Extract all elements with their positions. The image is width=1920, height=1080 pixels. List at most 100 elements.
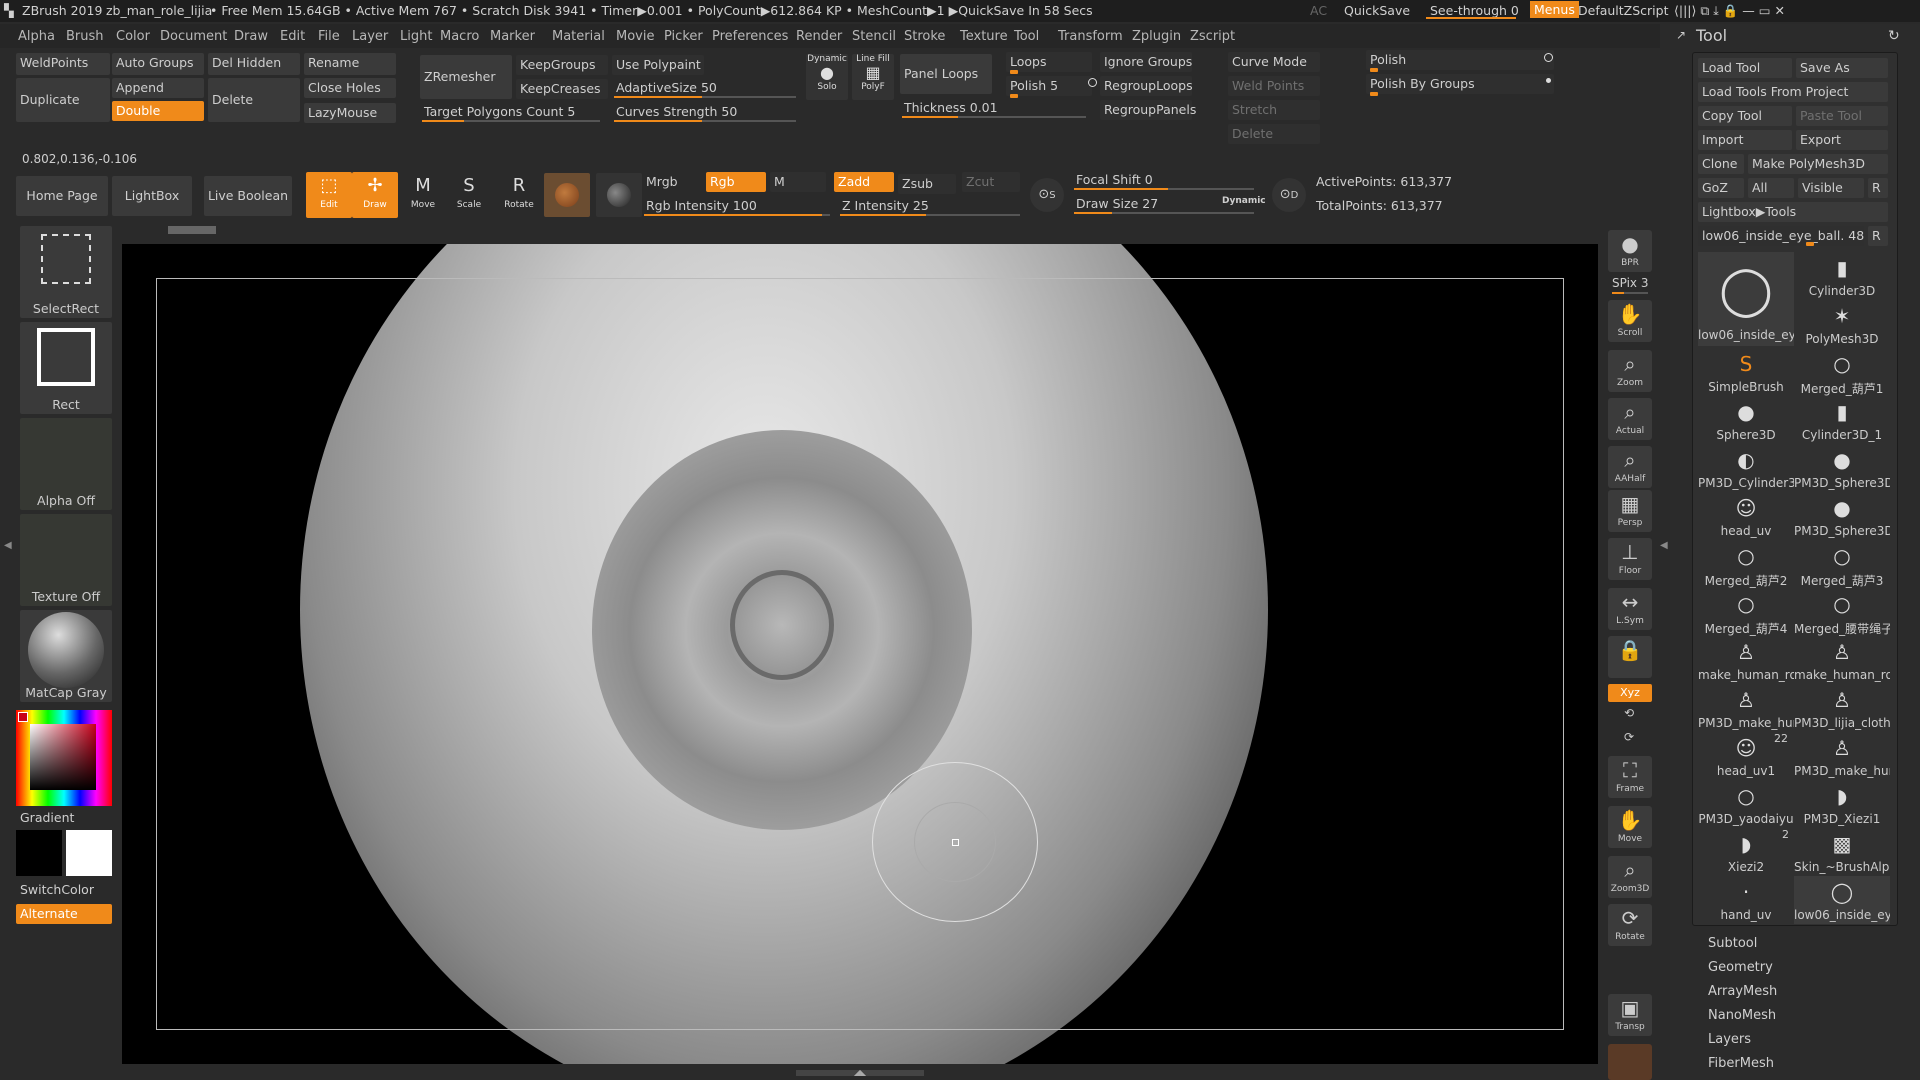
menu-item-marker[interactable]: Marker xyxy=(490,29,535,44)
tool-tile[interactable]: ◗ Xiezi2 xyxy=(1698,828,1794,876)
subpalette-arraymesh[interactable]: ArrayMesh xyxy=(1708,984,1777,999)
menu-item-zscript[interactable]: Zscript xyxy=(1190,29,1235,44)
pastetool-button[interactable]: Paste Tool xyxy=(1796,106,1888,126)
append-button[interactable]: Append xyxy=(112,78,204,98)
dynamic-solo-button[interactable]: Dynamic ● Solo xyxy=(806,54,848,100)
tool-tile[interactable]: ◯ low06_inside_eye xyxy=(1698,252,1794,346)
actual-button[interactable]: ⌕ Actual xyxy=(1608,398,1652,440)
tool-tile[interactable]: ♙ PM3D_make_hur xyxy=(1794,732,1890,780)
scroll-button[interactable]: ✋ Scroll xyxy=(1608,300,1652,342)
goz-all-button[interactable]: All xyxy=(1748,178,1794,198)
rgb-intensity-track[interactable] xyxy=(644,214,830,216)
zoom-button[interactable]: ⌕ Zoom xyxy=(1608,350,1652,392)
lightbox-tools-button[interactable]: Lightbox▶Tools xyxy=(1698,202,1888,222)
menu-item-stroke[interactable]: Stroke xyxy=(904,29,945,44)
polishbygroups-dot-icon[interactable] xyxy=(1546,78,1551,83)
lsym-button[interactable]: ↔ L.Sym xyxy=(1608,588,1652,630)
usepolypaint-button[interactable]: Use Polypaint xyxy=(612,55,704,75)
tool-tile[interactable]: ● PM3D_Sphere3D xyxy=(1794,444,1890,492)
move-button[interactable]: M Move xyxy=(400,172,446,218)
alternate-button[interactable]: Alternate xyxy=(16,904,112,924)
menu-item-texture[interactable]: Texture xyxy=(960,29,1008,44)
zcut-button[interactable]: Zcut xyxy=(962,172,1020,192)
polish-radio-icon[interactable] xyxy=(1088,78,1097,87)
current-tool-slider[interactable]: low06_inside_eye_ball. 48 xyxy=(1698,226,1864,246)
focal-shift-slider[interactable]: Focal Shift 0 xyxy=(1076,172,1153,187)
tool-tile[interactable]: ◯ low06_inside_eye xyxy=(1794,876,1890,924)
tool-tile[interactable]: ○ Merged_葫芦4 xyxy=(1698,588,1794,636)
draw-size-slider[interactable]: Draw Size 27 xyxy=(1076,196,1158,211)
tool-tile[interactable]: ● Sphere3D xyxy=(1698,396,1794,444)
adaptivesize-slider[interactable]: AdaptiveSize 50 xyxy=(616,80,717,95)
subpalette-subtool[interactable]: Subtool xyxy=(1708,936,1757,951)
z-intensity-track[interactable] xyxy=(840,214,1020,216)
current-tool-r-button[interactable]: R xyxy=(1868,226,1888,246)
clone-button[interactable]: Clone xyxy=(1698,154,1744,174)
polishbygroups-slider[interactable]: Polish By Groups xyxy=(1366,74,1554,94)
tool-tile[interactable]: ✶ PolyMesh3D xyxy=(1794,300,1890,348)
lightbox-button[interactable]: LightBox xyxy=(112,176,192,216)
make-polymesh3d-button[interactable]: Make PolyMesh3D xyxy=(1748,154,1888,174)
menu-item-file[interactable]: File xyxy=(318,29,340,44)
focal-shift-track[interactable] xyxy=(1074,188,1254,190)
solo-ghost-button[interactable] xyxy=(1608,1044,1652,1080)
tool-tile[interactable]: ◐ PM3D_Cylinder3 xyxy=(1698,444,1794,492)
texture-slot[interactable]: Texture Off xyxy=(20,514,112,606)
frame-button[interactable]: ⛶ Frame xyxy=(1608,756,1652,798)
delete-button[interactable]: Delete xyxy=(208,78,300,122)
lazy-s-icon[interactable]: ⊙S xyxy=(1030,178,1064,212)
menu-item-color[interactable]: Color xyxy=(116,29,150,44)
secondary-color-swatch[interactable] xyxy=(16,830,62,876)
xyz-symmetry-button[interactable]: Xyz xyxy=(1608,684,1652,702)
liveboolean-button[interactable]: Live Boolean xyxy=(204,176,292,216)
loops-button[interactable]: Loops xyxy=(1006,52,1092,72)
loops-knob[interactable] xyxy=(1010,70,1018,74)
polish-knob[interactable] xyxy=(1370,68,1378,72)
zsub-button[interactable]: Zsub xyxy=(898,174,956,194)
floor-button[interactable]: ⊥ Floor xyxy=(1608,538,1652,580)
double-button[interactable]: Double xyxy=(112,101,204,121)
menu-item-layer[interactable]: Layer xyxy=(352,29,388,44)
loadtool-button[interactable]: Load Tool xyxy=(1698,58,1792,78)
linefill-polyf-button[interactable]: Line Fill ▦ PolyF xyxy=(852,54,894,100)
delhidden-button[interactable]: Del Hidden xyxy=(208,53,300,75)
menu-item-document[interactable]: Document xyxy=(160,29,227,44)
delete-curve-button[interactable]: Delete xyxy=(1228,124,1320,144)
tool-tile[interactable]: ● PM3D_Sphere3D xyxy=(1794,492,1890,540)
subpalette-layers[interactable]: Layers xyxy=(1708,1032,1751,1047)
adaptivesize-track[interactable] xyxy=(614,96,796,98)
polish5-knob[interactable] xyxy=(1010,94,1018,98)
tool-tile[interactable]: S SimpleBrush xyxy=(1698,348,1794,396)
menu-item-render[interactable]: Render xyxy=(796,29,842,44)
zremesher-button[interactable]: ZRemesher xyxy=(420,55,512,99)
alpha-slot[interactable]: Alpha Off xyxy=(20,418,112,510)
menu-item-alpha[interactable]: Alpha xyxy=(18,29,55,44)
rotate-button[interactable]: R Rotate xyxy=(496,172,542,218)
tool-tile[interactable]: ▮ Cylinder3D_1 xyxy=(1794,396,1890,444)
rotate-button[interactable]: ⟳ Rotate xyxy=(1608,904,1652,946)
polish5-slider[interactable]: Polish 5 xyxy=(1006,76,1092,96)
target-polygons-slider[interactable]: Target Polygons Count 5 xyxy=(424,104,575,119)
copytool-button[interactable]: Copy Tool xyxy=(1698,106,1792,126)
mrgb-button[interactable]: Mrgb xyxy=(646,174,678,189)
gradient-toggle[interactable]: Gradient xyxy=(20,810,74,825)
left-tray-arrow-icon[interactable]: ◀ xyxy=(4,540,12,551)
menus-toggle[interactable]: Menus xyxy=(1530,1,1579,18)
local-rotate-icon[interactable]: ⟲ xyxy=(1624,706,1634,720)
edit-button[interactable]: ⬚ Edit xyxy=(306,172,352,218)
tool-tile[interactable]: ○ Merged_葫芦1 xyxy=(1794,348,1890,396)
m-button[interactable]: M xyxy=(770,172,826,192)
tool-tile[interactable]: ○ Merged_葫芦3 xyxy=(1794,540,1890,588)
goz-r-button[interactable]: R xyxy=(1868,178,1888,198)
bpr-button[interactable]: ● BPR xyxy=(1608,230,1652,272)
target-polygons-track[interactable] xyxy=(422,120,600,122)
goz-visible-button[interactable]: Visible xyxy=(1798,178,1864,198)
tool-tile[interactable]: ☺ head_uv xyxy=(1698,492,1794,540)
subpalette-nanomesh[interactable]: NanoMesh xyxy=(1708,1008,1776,1023)
quicksave-button[interactable]: QuickSave xyxy=(1344,3,1410,18)
regrouppanels-button[interactable]: RegroupPanels xyxy=(1100,100,1196,120)
load-tools-from-project-button[interactable]: Load Tools From Project xyxy=(1698,82,1888,102)
menu-item-light[interactable]: Light xyxy=(400,29,432,44)
rename-button[interactable]: Rename xyxy=(304,53,396,75)
window-controls-icon[interactable]: ⟨|||⟩ ⧉ ⤓ 🔒 — ▭ ✕ xyxy=(1674,3,1785,19)
